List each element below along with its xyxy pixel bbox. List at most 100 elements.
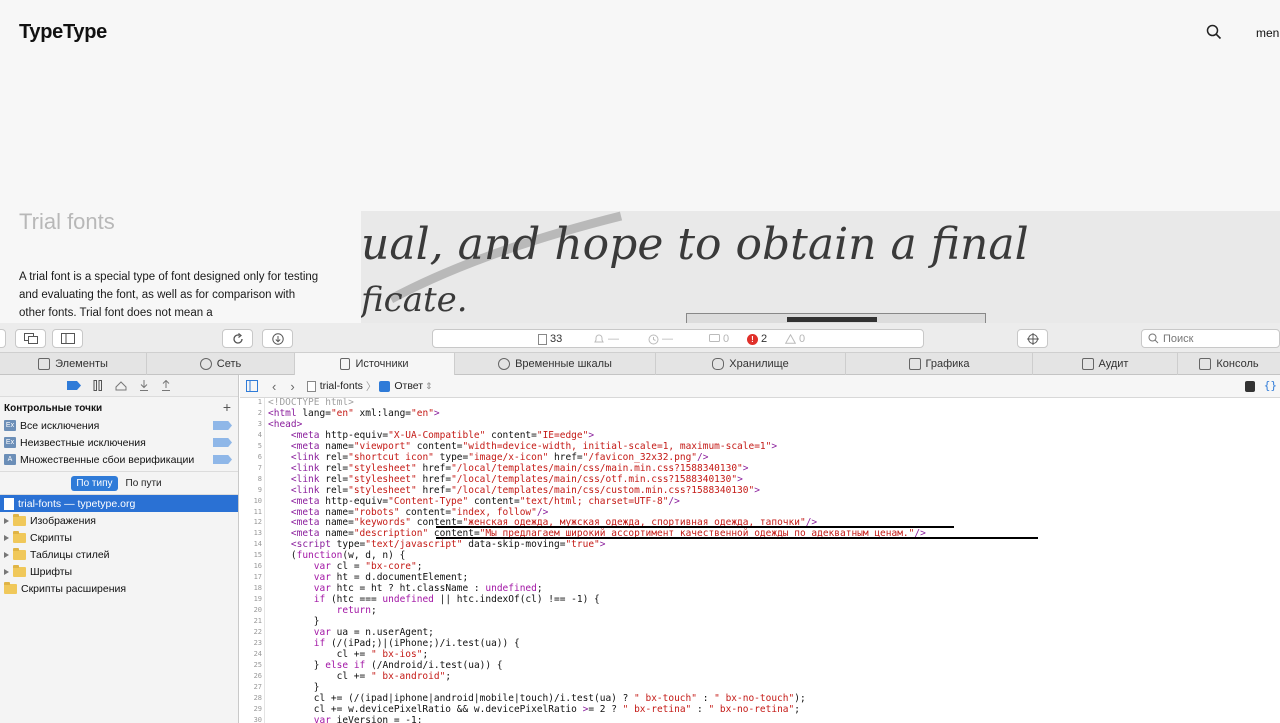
search-icon[interactable] — [1206, 24, 1224, 42]
tab-sources[interactable]: Источники — [295, 353, 455, 375]
error-count[interactable]: ! 2 — [747, 333, 767, 345]
breakpoint-flag-icon[interactable] — [213, 455, 232, 464]
underline-annotation-keywords — [436, 526, 954, 528]
add-breakpoint-button[interactable]: + — [223, 399, 231, 415]
group-by-type-button[interactable]: По типу — [71, 475, 118, 491]
line-number[interactable]: 4 — [240, 430, 262, 441]
line-number[interactable]: 1 — [240, 398, 262, 408]
code-line: 9 <link rel="stylesheet" href="/local/te… — [240, 485, 1280, 496]
forward-arrow-icon[interactable]: › — [290, 379, 294, 394]
back-arrow-icon[interactable]: ‹ — [272, 379, 276, 394]
code-line: 27 } — [240, 682, 1280, 693]
line-number[interactable]: 19 — [240, 594, 262, 605]
breakpoint-uncaught-exceptions[interactable]: Ex Неизвестные исключения — [0, 434, 238, 451]
line-number[interactable]: 20 — [240, 605, 262, 616]
warning-count[interactable]: 0 — [785, 333, 805, 345]
inspector-search-input[interactable]: Поиск — [1141, 329, 1280, 348]
resource-count[interactable]: 33 — [538, 333, 562, 345]
resource-folder-stylesheets[interactable]: Таблицы стилей — [0, 546, 238, 563]
disclosure-triangle-icon[interactable] — [4, 534, 9, 541]
line-number[interactable]: 26 — [240, 671, 262, 682]
resource-folder-fonts[interactable]: Шрифты — [0, 563, 238, 580]
step-into-icon[interactable] — [139, 380, 149, 391]
step-out-icon[interactable] — [161, 380, 171, 391]
crosshair-icon[interactable] — [1017, 329, 1048, 348]
breakpoint-assertion-failures[interactable]: A Множественные сбои верификации — [0, 451, 238, 468]
code-text: <meta name="robots" content="index, foll… — [290, 506, 549, 518]
line-number[interactable]: 9 — [240, 485, 262, 496]
resource-folder-extension-scripts[interactable]: Скрипты расширения — [0, 580, 238, 597]
reload-icon[interactable] — [222, 329, 253, 348]
line-number[interactable]: 30 — [240, 715, 262, 723]
copy-icon[interactable] — [1245, 381, 1255, 392]
tab-audit[interactable]: Аудит — [1033, 353, 1178, 375]
line-number[interactable]: 12 — [240, 517, 262, 528]
line-number[interactable]: 22 — [240, 627, 262, 638]
line-number[interactable]: 18 — [240, 583, 262, 594]
line-number[interactable]: 13 — [240, 528, 262, 539]
line-number[interactable]: 14 — [240, 539, 262, 550]
line-number[interactable]: 16 — [240, 561, 262, 572]
line-number[interactable]: 5 — [240, 441, 262, 452]
tab-timelines[interactable]: Временные шкалы — [455, 353, 656, 375]
log-count[interactable]: 0 — [709, 333, 729, 345]
folder-icon — [13, 547, 26, 560]
code-line: 17 var ht = d.documentElement; — [240, 572, 1280, 583]
disclosure-triangle-icon[interactable] — [4, 568, 9, 575]
menu-button[interactable]: menu — [1256, 26, 1280, 40]
disclosure-triangle-icon[interactable] — [4, 517, 9, 524]
tab-network[interactable]: Сеть — [147, 353, 295, 375]
line-number[interactable]: 23 — [240, 638, 262, 649]
line-number[interactable]: 7 — [240, 463, 262, 474]
line-number[interactable]: 8 — [240, 474, 262, 485]
line-number[interactable]: 25 — [240, 660, 262, 671]
breakpoint-flag-icon[interactable] — [213, 421, 232, 430]
line-number[interactable]: 28 — [240, 693, 262, 704]
source-code-view[interactable]: 1 <!DOCTYPE html> 2 <html lang="en" xml:lan… — [240, 398, 1280, 723]
tab-elements[interactable]: Элементы — [0, 353, 147, 375]
code-text: var ht = d.documentElement; — [313, 572, 469, 584]
resource-folder-images[interactable]: Изображения — [0, 512, 238, 529]
code-line: 20 return; — [240, 605, 1280, 616]
line-number[interactable]: 6 — [240, 452, 262, 463]
resource-folder-scripts[interactable]: Скрипты — [0, 529, 238, 546]
line-number[interactable]: 24 — [240, 649, 262, 660]
line-number[interactable]: 27 — [240, 682, 262, 693]
sidebar-toggle-icon[interactable] — [246, 380, 258, 392]
close-inspector-button[interactable] — [0, 329, 6, 348]
tab-storage[interactable]: Хранилище — [656, 353, 846, 375]
pause-icon[interactable] — [93, 380, 103, 391]
code-line: 19 if (htc === undefined || htc.indexOf(… — [240, 594, 1280, 605]
group-by-path-button[interactable]: По пути — [121, 476, 167, 491]
step-over-icon[interactable] — [115, 380, 127, 391]
pretty-print-icon[interactable]: {} — [1264, 379, 1277, 392]
line-number[interactable]: 10 — [240, 496, 262, 507]
breadcrumb-mode[interactable]: Ответ — [394, 380, 423, 392]
breakpoint-all-exceptions[interactable]: Ex Все исключения — [0, 417, 238, 434]
site-logo[interactable]: TypeType — [19, 21, 107, 44]
line-number[interactable]: 2 — [240, 408, 262, 419]
resource-size[interactable]: — — [593, 333, 619, 345]
resource-document[interactable]: trial-fonts — typetype.org — [0, 495, 238, 512]
line-number[interactable]: 15 — [240, 550, 262, 561]
tab-console[interactable]: Консоль — [1178, 353, 1280, 375]
load-time[interactable]: — — [648, 333, 673, 345]
code-line: 25 } else if (/Android/i.test(ua)) { — [240, 660, 1280, 671]
split-layout-icon[interactable] — [52, 329, 83, 348]
line-number[interactable]: 11 — [240, 507, 262, 518]
assertion-badge-icon: A — [4, 454, 16, 465]
download-icon[interactable] — [262, 329, 293, 348]
line-number[interactable]: 3 — [240, 419, 262, 430]
tab-graphics[interactable]: Графика — [846, 353, 1033, 375]
breadcrumb-file[interactable]: trial-fonts — [320, 380, 363, 392]
breakpoint-flag-icon[interactable] — [213, 438, 232, 447]
chevron-updown-icon[interactable]: ⇕ — [425, 381, 433, 392]
line-number[interactable]: 21 — [240, 616, 262, 627]
line-number[interactable]: 29 — [240, 704, 262, 715]
line-number[interactable]: 17 — [240, 572, 262, 583]
disclosure-triangle-icon[interactable] — [4, 551, 9, 558]
breakpoints-toggle-icon[interactable] — [67, 381, 81, 390]
graphics-icon — [908, 358, 921, 370]
handwriting-image: ual, and hope to obtain a final ficate. — [361, 211, 1280, 323]
dock-mode-icon[interactable] — [15, 329, 46, 348]
